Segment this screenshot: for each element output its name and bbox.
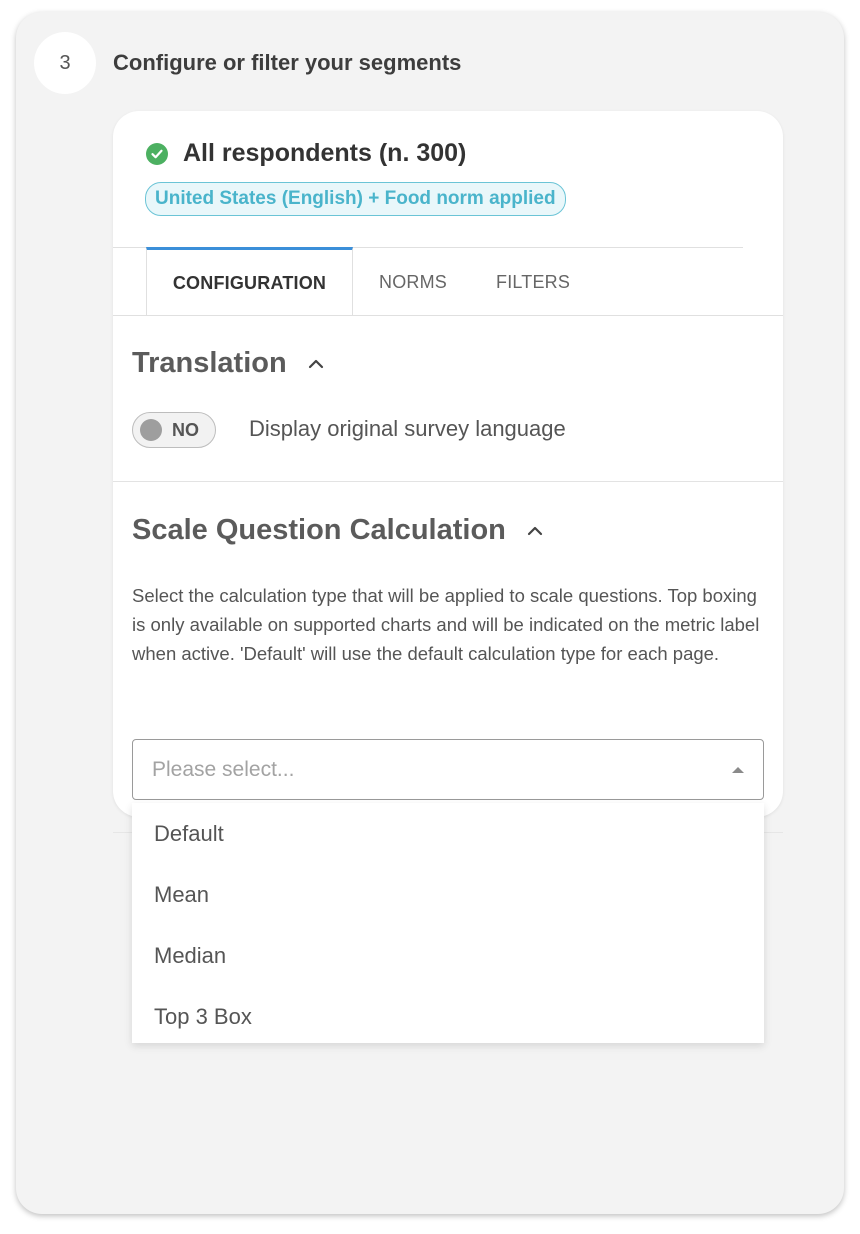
translation-section-header: Translation [132, 347, 325, 380]
chevron-up-icon[interactable] [307, 358, 325, 370]
step-title: Configure or filter your segments [113, 50, 462, 75]
translation-toggle[interactable]: NO [132, 412, 216, 448]
tab-norms[interactable]: NORMS [379, 248, 447, 316]
configure-panel: 3 Configure or filter your segments All … [16, 12, 844, 1214]
segment-header: All respondents (n. 300) [146, 139, 466, 168]
caret-up-icon [731, 761, 745, 779]
option-median[interactable]: Median [132, 925, 764, 986]
tab-filters[interactable]: FILTERS [496, 248, 570, 316]
tab-configuration[interactable]: CONFIGURATION [146, 247, 353, 316]
toggle-knob [140, 419, 162, 441]
section-divider [113, 481, 783, 482]
select-placeholder: Please select... [152, 757, 295, 781]
segment-title: All respondents (n. 300) [183, 139, 467, 167]
norm-badge: United States (English) + Food norm appl… [145, 182, 566, 216]
chevron-up-icon[interactable] [526, 525, 544, 537]
calculation-type-select[interactable]: Please select... [132, 739, 764, 800]
option-mean[interactable]: Mean [132, 864, 764, 925]
toggle-description: Display original survey language [249, 416, 566, 441]
scale-section-header: Scale Question Calculation [132, 514, 544, 547]
toggle-state-label: NO [172, 419, 199, 440]
scale-description: Select the calculation type that will be… [132, 585, 760, 664]
tabs-bottom-divider [113, 315, 783, 316]
step-number: 3 [34, 32, 96, 94]
check-circle-icon [146, 142, 168, 165]
option-top-3-box[interactable]: Top 3 Box [132, 986, 764, 1043]
segment-card: All respondents (n. 300) United States (… [113, 111, 783, 817]
calculation-type-dropdown: Default Mean Median Top 3 Box [132, 803, 764, 1043]
translation-title: Translation [132, 347, 287, 379]
option-default[interactable]: Default [132, 803, 764, 864]
scale-title: Scale Question Calculation [132, 514, 506, 546]
